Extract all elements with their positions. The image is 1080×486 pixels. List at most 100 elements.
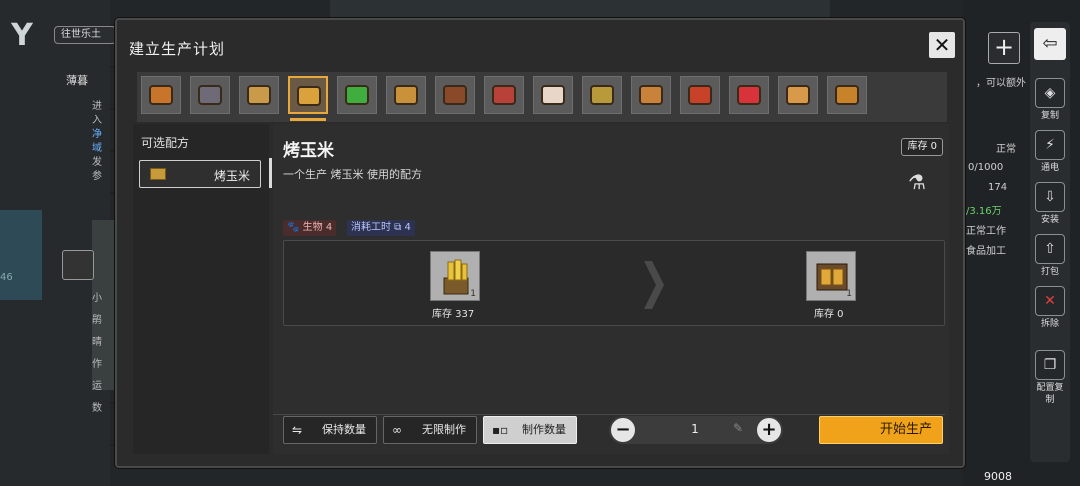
food-14-icon (786, 85, 810, 105)
close-icon[interactable]: ✕ (929, 32, 955, 58)
demolish-tool-button[interactable]: ✕ 拆除 (1034, 286, 1066, 330)
recipe-slot-food-2[interactable] (190, 76, 230, 114)
status-text: 正常 (996, 144, 1016, 155)
food-5-icon (345, 85, 369, 105)
power-tool-button[interactable]: ⚡ 通电 (1034, 130, 1066, 174)
logo-icon: Y (11, 18, 33, 53)
item-count: 1 (470, 289, 476, 299)
recipe-strip (137, 72, 947, 122)
pack-tool-button[interactable]: ⇧ 打包 (1034, 234, 1066, 278)
install-tool-button[interactable]: ⇩ 安装 (1034, 182, 1066, 226)
recipe-slot-food-11[interactable] (631, 76, 671, 114)
food-11-icon (639, 85, 663, 105)
pack-icon: ⇧ (1035, 234, 1065, 264)
recipe-detail-panel: 烤玉米 库存 0 一个生产 烤玉米 使用的配方 ⚗ 🐾 生物 4 消耗工时 ⧉ … (273, 124, 949, 454)
hud-square-button[interactable] (62, 250, 94, 280)
recipe-slot-food-8[interactable] (484, 76, 524, 114)
food-8-icon (492, 85, 516, 105)
left-hud: Y 往世乐土 薄暮 进入 净域 发参 46 小鹃 晴作 运数 (0, 0, 116, 486)
roast-corn-icon (150, 168, 166, 180)
production-plan-dialog: 建立生产计划 ✕ 可选配方 烤玉米 烤玉米 库存 0 一个生产 烤玉米 使用的配… (115, 18, 965, 468)
back-icon[interactable]: ⇦ (1034, 28, 1066, 60)
hud-text-list: 小鹃 晴作 运数 (92, 293, 102, 414)
hud-number: 46 (0, 272, 13, 283)
food-15-icon (835, 85, 859, 105)
recipe-slot-food-14[interactable] (778, 76, 818, 114)
keep-quantity-button[interactable]: ⇋ 保持数量 (283, 416, 377, 444)
work-status-text: 正常工作 (966, 226, 1006, 237)
food-2-icon (198, 85, 222, 105)
food-3-icon (247, 85, 271, 105)
recipe-slot-food-6[interactable] (386, 76, 426, 114)
background-structure (330, 0, 830, 20)
food-12-icon (688, 85, 712, 105)
selection-indicator (269, 158, 272, 188)
dialog-title: 建立生产计划 (129, 40, 226, 58)
arrow-right-icon (644, 261, 664, 309)
recipe-slot-food-1[interactable] (141, 76, 181, 114)
recipe-item-label: 烤玉米 (213, 169, 250, 183)
divider (273, 414, 945, 415)
roast-corn-icon (297, 86, 321, 106)
config-copy-icon: ❐ (1035, 350, 1065, 380)
recipe-slot-food-13[interactable] (729, 76, 769, 114)
power-icon: ⚡ (1035, 130, 1065, 160)
food-1-icon (149, 85, 173, 105)
food-7-icon (443, 85, 467, 105)
make-quantity-button[interactable]: ▪▫ 制作数量 (483, 416, 577, 444)
food-9-icon (541, 85, 565, 105)
recipe-slot-food-15[interactable] (827, 76, 867, 114)
hud-text: 薄暮 (66, 74, 88, 87)
hud-text-list: 进入 净域 发参 (92, 101, 102, 182)
output-stock-caption: 库存 0 (814, 309, 844, 320)
recipe-list-title: 可选配方 (141, 136, 190, 150)
recipe-slot-food-10[interactable] (582, 76, 622, 114)
recipe-slot-roast-corn[interactable] (288, 76, 328, 121)
copy-icon: ◈ (1035, 78, 1065, 108)
recipe-slot-food-9[interactable] (533, 76, 573, 114)
input-stock-caption: 库存 337 (432, 309, 475, 320)
recipe-list-panel: 可选配方 烤玉米 (133, 124, 269, 454)
usb-icon: ⇋ (292, 423, 303, 437)
config-copy-tool-button[interactable]: ❐ 配置复制 (1034, 350, 1066, 406)
start-production-button[interactable]: 开始生产 (819, 416, 943, 444)
recipe-flow: 1 库存 337 1 库存 0 (283, 240, 945, 326)
input-item-slot[interactable]: 1 (430, 251, 480, 301)
pencil-icon[interactable]: ✎ (733, 421, 743, 435)
food-10-icon (590, 85, 614, 105)
quantity-stepper: − 1 ✎ + (609, 416, 783, 444)
add-button[interactable]: + (988, 32, 1020, 64)
work-hours-tag: 消耗工时 ⧉ 4 (347, 220, 415, 236)
money-text: /3.16万 (966, 206, 1002, 217)
item-count: 1 (846, 289, 852, 299)
location-chip[interactable]: 往世乐土 (54, 26, 116, 44)
flask-icon[interactable]: ⚗ (905, 170, 929, 194)
copy-tool-button[interactable]: ◈ 复制 (1034, 78, 1066, 122)
recipe-item-roast-corn[interactable]: 烤玉米 (139, 160, 261, 188)
scene-block (0, 210, 42, 300)
bio-tag: 🐾 生物 4 (283, 220, 337, 236)
stock-badge: 库存 0 (901, 138, 943, 156)
demolish-icon: ✕ (1035, 286, 1065, 316)
quantity-icon: ▪▫ (492, 423, 509, 437)
recipe-slot-food-7[interactable] (435, 76, 475, 114)
food-13-icon (737, 85, 761, 105)
recipe-title: 烤玉米 (283, 141, 334, 161)
infinity-icon: ∞ (392, 423, 402, 437)
capacity-text: 0/1000 (968, 162, 1004, 173)
output-item-slot[interactable]: 1 (806, 251, 856, 301)
paw-icon: 🐾 (287, 222, 300, 233)
recipe-slot-food-3[interactable] (239, 76, 279, 114)
bottom-counter: 9008 (984, 470, 1012, 483)
category-text: 食品加工 (966, 246, 1006, 257)
quantity-value[interactable]: 1 (683, 422, 707, 436)
recipe-slot-food-12[interactable] (680, 76, 720, 114)
infinite-make-button[interactable]: ∞ 无限制作 (383, 416, 477, 444)
minus-button[interactable]: − (611, 418, 635, 442)
recipe-subtitle: 一个生产 烤玉米 使用的配方 (283, 168, 422, 181)
plus-button[interactable]: + (757, 418, 781, 442)
recipe-slot-food-5[interactable] (337, 76, 377, 114)
count-text: 174 (988, 182, 1008, 193)
food-6-icon (394, 85, 418, 105)
hint-text: ，可以额外 (976, 78, 1026, 89)
